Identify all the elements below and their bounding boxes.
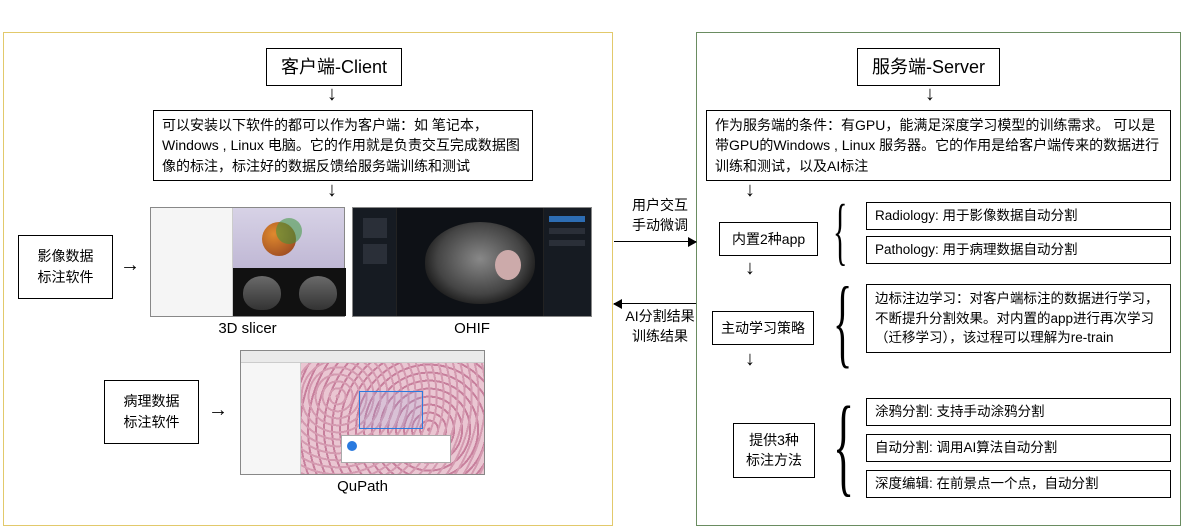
slicer-caption: 3D slicer [150, 320, 345, 337]
app-pathology: Pathology: 用于病理数据自动分割 [866, 236, 1171, 264]
img-soft-label: 影像数据 标注软件 [18, 235, 113, 299]
exchange-to-server: 用户交互 手动微调 [624, 196, 696, 235]
arrow-icon: ↓ [740, 257, 760, 280]
active-label: 主动学习策略 [712, 311, 814, 345]
arrow-icon: ↓ [322, 179, 342, 202]
client-desc: 可以安装以下软件的都可以作为客户端：如 笔记本，Windows , Linux … [153, 110, 533, 181]
apps-label: 内置2种app [719, 222, 818, 256]
qupath-thumbnail [240, 350, 485, 475]
qupath-caption: QuPath [240, 478, 485, 495]
method-auto: 自动分割: 调用AI算法自动分割 [866, 434, 1171, 462]
method-deepedit: 深度编辑: 在前景点一个点，自动分割 [866, 470, 1171, 498]
client-title: 客户端-Client [266, 48, 402, 86]
arrow-icon: ↓ [740, 348, 760, 371]
server-title: 服务端-Server [857, 48, 1000, 86]
slicer-thumbnail [150, 207, 345, 317]
arrow-icon: → [120, 254, 140, 277]
ohif-thumbnail [352, 207, 592, 317]
exchange-to-client: AI分割结果 训练结果 [618, 307, 702, 346]
path-soft-label: 病理数据 标注软件 [104, 380, 199, 444]
arrow-to-server [614, 241, 696, 242]
active-desc: 边标注边学习：对客户端标注的数据进行学习，不断提升分割效果。对内置的app进行再… [866, 284, 1171, 353]
arrow-icon: ↓ [920, 83, 940, 106]
arrow-icon: → [208, 399, 228, 422]
method-scribble: 涂鸦分割: 支持手动涂鸦分割 [866, 398, 1171, 426]
arrow-to-client [614, 303, 696, 304]
arrow-icon: ↓ [322, 83, 342, 106]
arrow-icon: ↓ [740, 179, 760, 202]
app-radiology: Radiology: 用于影像数据自动分割 [866, 202, 1171, 230]
ohif-caption: OHIF [352, 320, 592, 337]
methods-label: 提供3种 标注方法 [733, 423, 815, 478]
server-desc: 作为服务端的条件：有GPU，能满足深度学习模型的训练需求。 可以是带GPU的Wi… [706, 110, 1171, 181]
